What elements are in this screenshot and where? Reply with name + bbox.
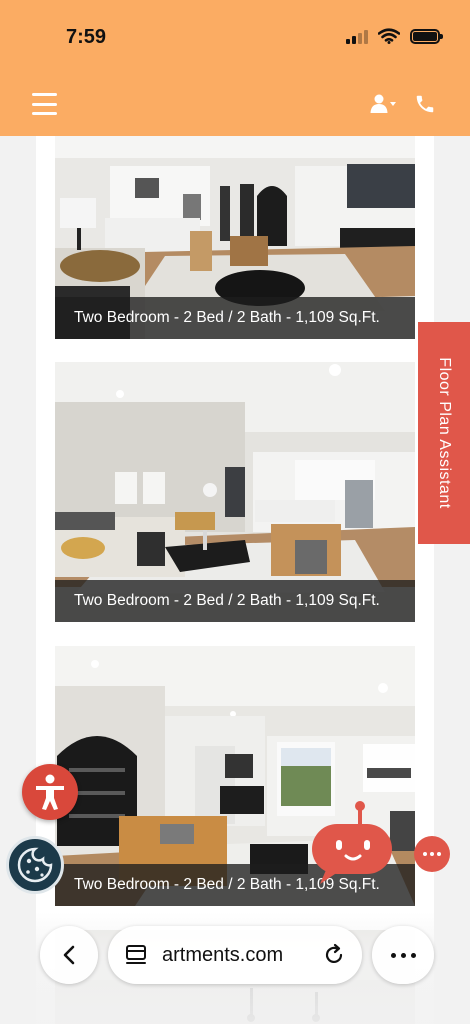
more-dots-icon[interactable]: [414, 836, 450, 872]
battery-icon: [410, 28, 443, 44]
browser-address-bar[interactable]: artments.com: [108, 926, 362, 984]
app-header: 7:59: [0, 0, 470, 136]
wifi-icon: [378, 28, 400, 44]
floor-plan-caption: Two Bedroom - 2 Bed / 2 Bath - 1,109 Sq.…: [55, 297, 415, 339]
phone-icon[interactable]: [414, 93, 436, 115]
hamburger-menu-icon[interactable]: [32, 93, 57, 115]
status-time: 7:59: [66, 26, 107, 48]
browser-back-button[interactable]: [40, 926, 98, 984]
cellular-signal-icon: [346, 28, 368, 44]
browser-url: artments.com: [162, 943, 284, 966]
accessibility-person-icon: [36, 774, 64, 810]
floor-plan-caption: Two Bedroom - 2 Bed / 2 Bath - 1,109 Sq.…: [55, 580, 415, 622]
cookie-icon: [17, 847, 53, 883]
user-dropdown-icon[interactable]: [370, 94, 396, 114]
floor-plan-assistant-label: Floor Plan Assistant: [436, 357, 453, 509]
floor-plan-card[interactable]: Two Bedroom - 2 Bed / 2 Bath - 1,109 Sq.…: [55, 362, 415, 622]
floor-plan-card[interactable]: Two Bedroom - 2 Bed / 2 Bath - 1,109 Sq.…: [55, 136, 415, 339]
tab-overview-icon[interactable]: [124, 943, 148, 967]
status-icons: [346, 28, 443, 44]
more-horizontal-icon[interactable]: [372, 926, 434, 984]
reload-icon[interactable]: [322, 943, 346, 967]
chevron-left-icon: [63, 945, 75, 965]
chatbot-button[interactable]: [308, 798, 394, 884]
robot-chat-icon: [312, 801, 392, 884]
floor-plan-assistant-tab[interactable]: Floor Plan Assistant: [418, 322, 470, 544]
accessibility-button[interactable]: [22, 764, 78, 820]
cookie-settings-button[interactable]: [6, 836, 64, 894]
